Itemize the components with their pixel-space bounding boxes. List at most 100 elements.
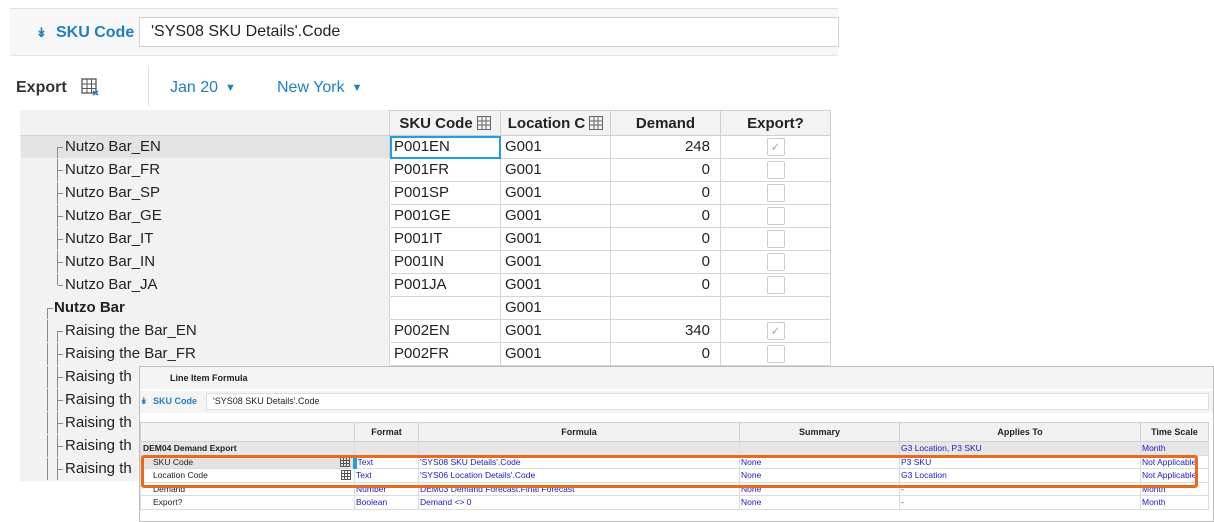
- demand-cell[interactable]: 0: [610, 227, 721, 251]
- row-label[interactable]: Nutzo Bar_EN: [20, 135, 390, 159]
- sku-cell[interactable]: P001FR: [389, 158, 501, 182]
- export-checkbox[interactable]: [766, 276, 785, 295]
- export-cell[interactable]: [720, 158, 831, 182]
- export-cell[interactable]: [720, 273, 831, 297]
- export-grid-icon[interactable]: [81, 78, 99, 96]
- grid-header-row: SKU Code Location C Demand Export?: [20, 110, 831, 136]
- demand-cell[interactable]: 0: [610, 342, 721, 366]
- tree-connector: [57, 182, 63, 204]
- demand-cell[interactable]: 0: [610, 158, 721, 182]
- export-cell[interactable]: [720, 181, 831, 205]
- table-row: Nutzo Bar_FR P001FR G001 0: [20, 158, 831, 182]
- row-label[interactable]: Nutzo Bar_SP: [20, 181, 390, 205]
- demand-cell[interactable]: 0: [610, 181, 721, 205]
- tree-connector: [47, 320, 48, 342]
- blueprint-title: Line Item Formula: [140, 367, 1213, 389]
- export-checkbox[interactable]: [766, 161, 785, 180]
- column-header-export[interactable]: Export?: [720, 110, 831, 136]
- column-header-sku-code[interactable]: SKU Code: [389, 110, 501, 136]
- export-cell[interactable]: ✓: [720, 319, 831, 343]
- demand-cell[interactable]: [610, 296, 721, 320]
- blueprint-header-applies-to[interactable]: Applies To: [899, 422, 1141, 442]
- export-cell[interactable]: [720, 227, 831, 251]
- column-header-demand[interactable]: Demand: [610, 110, 721, 136]
- export-checkbox[interactable]: ✓: [766, 138, 785, 157]
- module-time-scale[interactable]: Month: [1140, 441, 1209, 456]
- column-header-location-code[interactable]: Location C: [500, 110, 611, 136]
- export-checkbox[interactable]: [766, 230, 785, 249]
- format-cell[interactable]: Boolean: [354, 495, 419, 510]
- location-cell[interactable]: G001: [500, 158, 611, 182]
- row-label[interactable]: Raising the Bar_FR: [20, 342, 390, 366]
- export-checkbox[interactable]: [766, 253, 785, 272]
- export-checkbox[interactable]: [766, 207, 785, 226]
- formula-cell[interactable]: Demand <> 0: [418, 495, 740, 510]
- row-label[interactable]: Raising the Bar_EN: [20, 319, 390, 343]
- sku-cell[interactable]: P001JA: [389, 273, 501, 297]
- blueprint-header-time-scale[interactable]: Time Scale: [1140, 422, 1209, 442]
- time-scale-cell[interactable]: Month: [1140, 495, 1209, 510]
- expand-chevron-icon[interactable]: ↡: [140, 396, 148, 407]
- sku-cell[interactable]: P001EN: [389, 135, 501, 159]
- demand-cell[interactable]: 0: [610, 250, 721, 274]
- location-cell[interactable]: G001: [500, 319, 611, 343]
- blueprint-header-formula[interactable]: Formula: [418, 422, 740, 442]
- expand-chevron-icon[interactable]: ↡: [36, 23, 47, 43]
- summary-cell[interactable]: None: [739, 495, 900, 510]
- demand-cell[interactable]: 0: [610, 273, 721, 297]
- line-item-name[interactable]: Export?: [140, 495, 355, 510]
- export-checkbox[interactable]: ✓: [766, 322, 785, 341]
- grid-toolbar: Export Jan 20 ▼ New York ▼: [0, 66, 840, 106]
- sku-cell[interactable]: P002EN: [389, 319, 501, 343]
- location-cell[interactable]: G001: [500, 273, 611, 297]
- formula-line-item-label[interactable]: SKU Code: [56, 23, 134, 43]
- sku-cell[interactable]: P001GE: [389, 204, 501, 228]
- module-applies-to[interactable]: G3 Location, P3 SKU: [899, 441, 1141, 456]
- location-filter-dropdown[interactable]: New York ▼: [277, 78, 362, 99]
- export-cell[interactable]: [720, 250, 831, 274]
- sku-cell[interactable]: [389, 296, 501, 320]
- tree-connector: [47, 435, 48, 457]
- location-cell[interactable]: G001: [500, 204, 611, 228]
- applies-to-cell[interactable]: -: [899, 495, 1141, 510]
- table-row: Raising the Bar_EN P002EN G001 340 ✓: [20, 319, 831, 343]
- blueprint-formula-label[interactable]: SKU Code: [153, 396, 197, 406]
- tree-connector: [57, 147, 63, 158]
- export-cell[interactable]: [720, 342, 831, 366]
- location-cell[interactable]: G001: [500, 250, 611, 274]
- row-label[interactable]: Nutzo Bar_JA: [20, 273, 390, 297]
- blueprint-header-format[interactable]: Format: [354, 422, 419, 442]
- sku-cell[interactable]: P001IT: [389, 227, 501, 251]
- location-cell[interactable]: G001: [500, 227, 611, 251]
- tree-connector: [57, 389, 63, 411]
- location-cell[interactable]: G001: [500, 342, 611, 366]
- formula-input[interactable]: 'SYS08 SKU Details'.Code: [139, 17, 839, 47]
- demand-cell[interactable]: 248: [610, 135, 721, 159]
- row-label[interactable]: Nutzo Bar_IT: [20, 227, 390, 251]
- location-cell[interactable]: G001: [500, 181, 611, 205]
- row-label[interactable]: Nutzo Bar_FR: [20, 158, 390, 182]
- export-checkbox[interactable]: [766, 184, 785, 203]
- tree-connector: [57, 435, 63, 457]
- row-label-parent[interactable]: Nutzo Bar: [20, 296, 390, 320]
- time-filter-dropdown[interactable]: Jan 20 ▼: [170, 78, 236, 99]
- row-label[interactable]: Nutzo Bar_IN: [20, 250, 390, 274]
- demand-cell[interactable]: 340: [610, 319, 721, 343]
- export-checkbox[interactable]: [766, 345, 785, 364]
- table-row: Raising the Bar_FR P002FR G001 0: [20, 342, 831, 366]
- export-cell[interactable]: [720, 296, 831, 320]
- sku-cell[interactable]: P001IN: [389, 250, 501, 274]
- export-cell[interactable]: [720, 204, 831, 228]
- blueprint-header-summary[interactable]: Summary: [739, 422, 900, 442]
- table-row: Nutzo Bar_EN P001EN G001 248 ✓: [20, 135, 831, 159]
- blueprint-header-name: [140, 422, 355, 442]
- blueprint-formula-input[interactable]: 'SYS08 SKU Details'.Code: [206, 393, 1209, 410]
- sku-cell[interactable]: P001SP: [389, 181, 501, 205]
- row-label[interactable]: Nutzo Bar_GE: [20, 204, 390, 228]
- export-cell[interactable]: ✓: [720, 135, 831, 159]
- sku-cell[interactable]: P002FR: [389, 342, 501, 366]
- location-cell[interactable]: G001: [500, 135, 611, 159]
- location-cell[interactable]: G001: [500, 296, 611, 320]
- module-name[interactable]: DEM04 Demand Export: [140, 441, 355, 456]
- demand-cell[interactable]: 0: [610, 204, 721, 228]
